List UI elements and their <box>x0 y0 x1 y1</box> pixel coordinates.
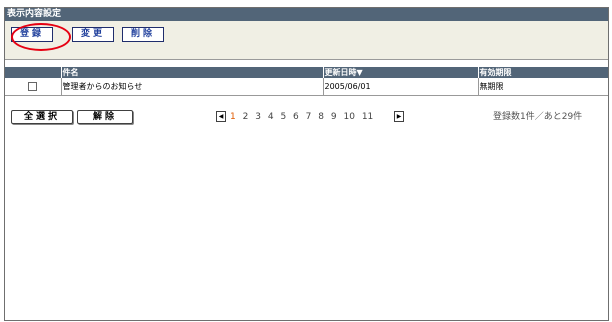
row-expiry: 無期限 <box>477 78 608 96</box>
edit-button[interactable]: 変更 <box>72 27 114 42</box>
row-subject[interactable]: 管理者からのお知らせ <box>60 78 323 96</box>
row-checkbox-cell <box>5 78 61 96</box>
delete-button[interactable]: 削除 <box>122 27 164 42</box>
page-link[interactable]: 7 <box>306 112 312 122</box>
row-checkbox[interactable] <box>28 82 37 91</box>
next-page-icon[interactable]: ▶ <box>394 111 404 122</box>
highlight-oval <box>11 23 71 51</box>
items-table: 件名 更新日時▼ 有効期限 管理者からのお知らせ 2005/06/01 無期限 <box>5 67 608 96</box>
row-updated: 2005/06/01 <box>322 78 478 96</box>
page-link[interactable]: 10 <box>343 112 354 122</box>
deselect-button[interactable]: 解除 <box>77 110 133 124</box>
page-link[interactable]: 4 <box>268 112 274 122</box>
header-expiry[interactable]: 有効期限 <box>477 67 608 78</box>
page-link[interactable]: 6 <box>293 112 299 122</box>
prev-page-icon[interactable]: ◀ <box>216 111 226 122</box>
header-checkbox-col <box>5 67 61 78</box>
toolbar: 登録 変更 削除 <box>5 21 608 60</box>
header-updated[interactable]: 更新日時▼ <box>322 67 478 78</box>
pager-row: 全選択 解除 ◀ 1 2 3 4 5 6 7 8 9 10 11 ▶ 登録数1件… <box>5 106 608 130</box>
page-link[interactable]: 11 <box>362 112 373 122</box>
panel-title: 表示内容設定 <box>5 8 608 21</box>
page-link[interactable]: 8 <box>318 112 324 122</box>
page-link[interactable]: 1 <box>230 112 236 122</box>
header-subject[interactable]: 件名 <box>60 67 323 78</box>
page-link[interactable]: 2 <box>243 112 249 122</box>
page-link[interactable]: 5 <box>280 112 286 122</box>
table-row[interactable]: 管理者からのお知らせ 2005/06/01 無期限 <box>5 78 608 96</box>
page-link[interactable]: 9 <box>331 112 337 122</box>
record-count: 登録数1件／あと29件 <box>493 112 583 122</box>
display-settings-panel: 表示内容設定 登録 変更 削除 件名 更新日時▼ 有効期限 管理者からのお知らせ… <box>4 7 609 321</box>
select-all-button[interactable]: 全選択 <box>11 110 73 124</box>
table-header-row: 件名 更新日時▼ 有効期限 <box>5 67 608 78</box>
page-link[interactable]: 3 <box>255 112 261 122</box>
page-numbers: 1 2 3 4 5 6 7 8 9 10 11 <box>230 111 377 123</box>
